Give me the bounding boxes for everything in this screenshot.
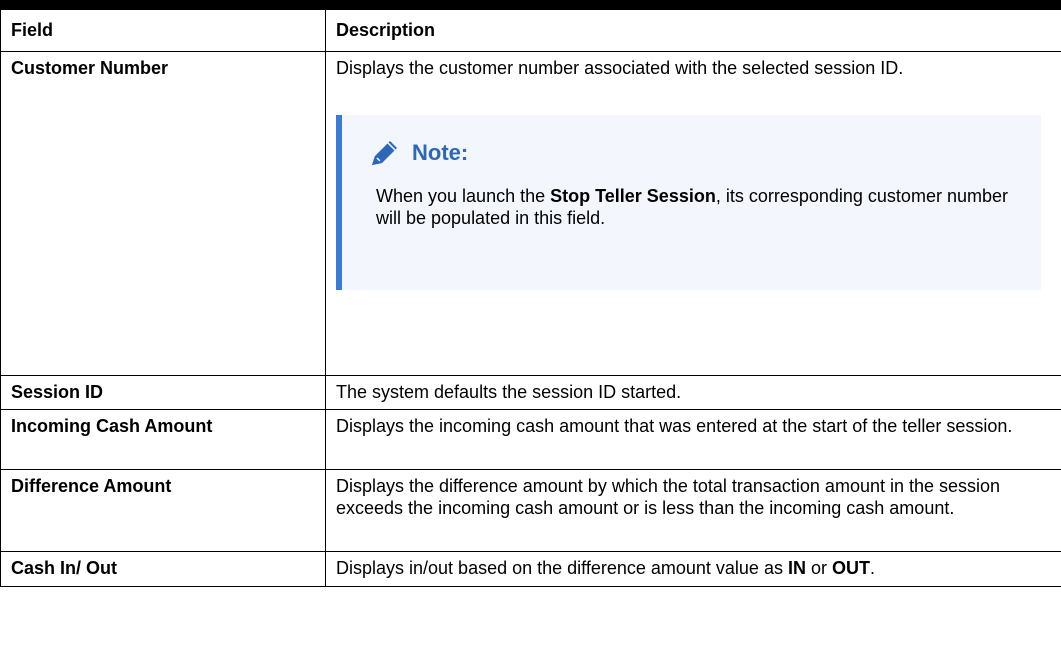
field-name: Session ID [0, 375, 326, 410]
table-row: Difference Amount Displays the differenc… [0, 469, 1061, 552]
description-text: Displays the customer number associated … [336, 58, 904, 78]
field-description-table-container: Field Description Customer Number Displa… [0, 0, 1061, 668]
table-row: Session ID The system defaults the sessi… [0, 375, 1061, 410]
value-in: IN [787, 558, 806, 578]
field-name: Difference Amount [0, 469, 326, 552]
description-end: . [869, 558, 875, 578]
field-description: Displays the customer number associated … [325, 51, 1061, 376]
field-description: Displays the difference amount by which … [325, 469, 1061, 552]
table-header-row: Field Description [0, 9, 1061, 52]
note-text-start: When you launch the [376, 186, 551, 206]
note-header: Note: [368, 139, 1021, 167]
header-description: Description [325, 9, 1061, 52]
table-row: Incoming Cash Amount Displays the incomi… [0, 409, 1061, 470]
field-description: The system defaults the session ID start… [325, 375, 1061, 410]
pencil-icon [368, 139, 402, 167]
header-field: Field [0, 9, 326, 52]
field-name: Cash In/ Out [0, 551, 326, 587]
value-out: OUT [831, 558, 870, 578]
field-description: Displays the incoming cash amount that w… [325, 409, 1061, 470]
description-mid: or [805, 558, 832, 578]
field-description: Displays in/out based on the difference … [325, 551, 1061, 587]
table-row: Cash In/ Out Displays in/out based on th… [0, 551, 1061, 587]
note-text: When you launch the Stop Teller Session,… [376, 185, 1021, 229]
field-name: Incoming Cash Amount [0, 409, 326, 470]
description-start: Displays in/out based on the difference … [336, 558, 788, 578]
table-row: Customer Number Displays the customer nu… [0, 51, 1061, 376]
field-name: Customer Number [0, 51, 326, 376]
note-text-bold: Stop Teller Session [550, 186, 716, 206]
note-box: Note: When you launch the Stop Teller Se… [336, 115, 1041, 290]
field-description-table: Field Description Customer Number Displa… [0, 9, 1061, 587]
note-title: Note: [412, 140, 469, 165]
